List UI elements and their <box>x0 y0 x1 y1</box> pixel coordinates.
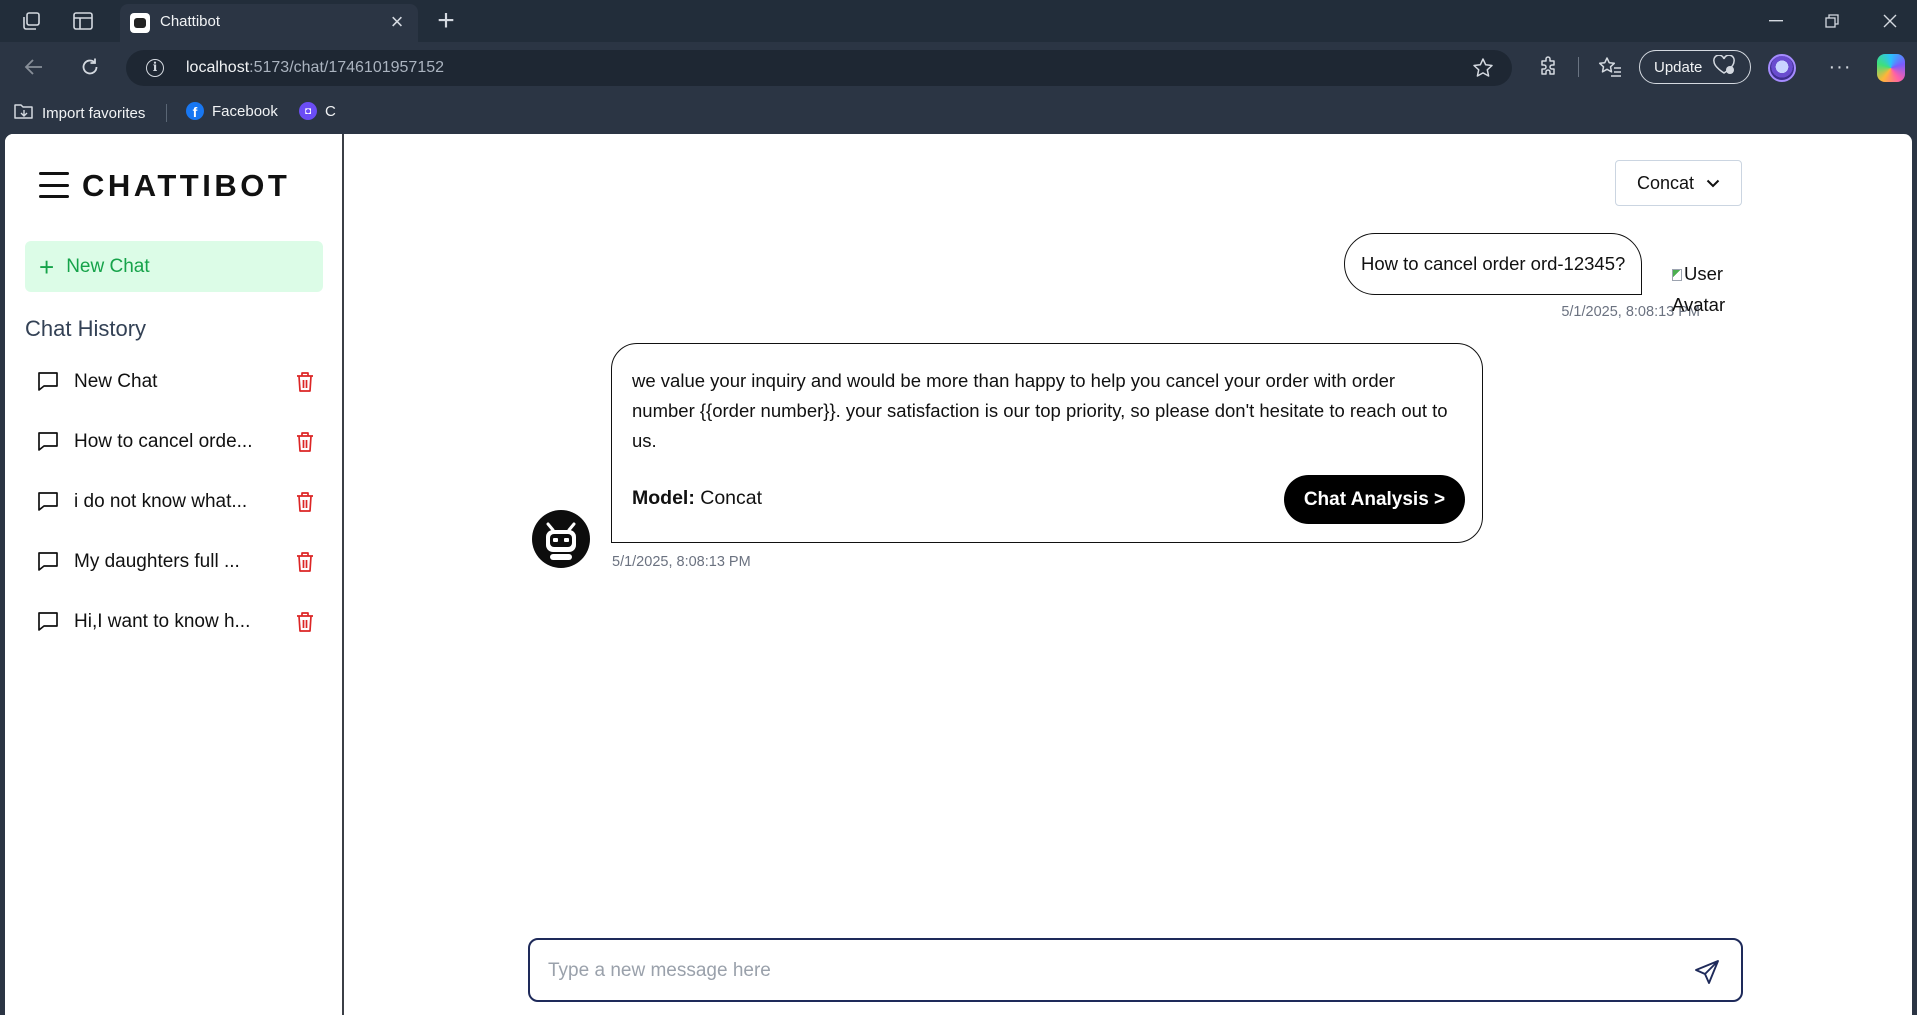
toolbar-divider <box>1578 57 1579 77</box>
trash-icon[interactable] <box>295 551 315 573</box>
new-chat-label: New Chat <box>66 255 150 277</box>
tab-actions-icon[interactable] <box>70 9 96 33</box>
bookmarks-bar: Import favorites f Facebook ◘ C <box>0 92 1917 134</box>
message-input[interactable] <box>548 954 1668 988</box>
folder-import-icon <box>14 102 34 124</box>
send-icon[interactable] <box>1693 958 1721 986</box>
history-item-label: i do not know what... <box>74 491 248 512</box>
user-avatar: User Avatar <box>1672 258 1736 320</box>
chat-bubble-icon <box>38 612 58 631</box>
bookmarks-divider <box>166 104 167 122</box>
history-item[interactable]: My daughters full ... <box>25 538 325 586</box>
favorites-icon[interactable] <box>1596 54 1624 80</box>
facebook-icon: f <box>186 102 204 120</box>
favorite-star-icon[interactable] <box>1472 57 1494 84</box>
chat-bubble-icon <box>38 432 58 451</box>
workspaces-icon[interactable] <box>18 9 44 33</box>
chat-bubble-icon <box>38 372 58 391</box>
update-label: Update <box>1654 58 1703 76</box>
chat-history-heading: Chat History <box>25 316 147 341</box>
facebook-label: Facebook <box>212 102 278 120</box>
import-favorites-label: Import favorites <box>42 104 146 122</box>
chat-bubble-icon <box>38 552 58 571</box>
reload-icon[interactable] <box>76 54 104 80</box>
trash-icon[interactable] <box>295 431 315 453</box>
trash-icon[interactable] <box>295 491 315 513</box>
browser-toolbar: i localhost:5173/chat/1746101957152 Upda… <box>0 42 1917 92</box>
bot-model-info: Model: Concat <box>632 487 762 510</box>
new-tab-icon[interactable]: + <box>430 4 462 37</box>
url-text: localhost:5173/chat/1746101957152 <box>186 59 444 77</box>
back-arrow-icon[interactable] <box>20 54 48 80</box>
chat-bubble-icon <box>38 492 58 511</box>
brand-title: CHATTIBOT <box>82 168 291 203</box>
history-item[interactable]: How to cancel orde... <box>25 418 325 466</box>
robot-icon <box>533 511 589 567</box>
copilot-icon[interactable] <box>1877 54 1905 82</box>
history-item-label: New Chat <box>74 371 158 392</box>
browser-tab-bar: Chattibot × + <box>0 0 1917 42</box>
chevron-down-icon <box>1706 179 1720 187</box>
url-host: localhost <box>186 59 250 76</box>
extensions-icon[interactable] <box>1535 54 1563 80</box>
restore-window-icon[interactable] <box>1812 4 1852 38</box>
chat-analysis-button[interactable]: Chat Analysis > <box>1284 475 1465 524</box>
user-message-text: How to cancel order ord-12345? <box>1361 253 1626 274</box>
robot-favicon-icon <box>130 13 150 33</box>
bot-message-timestamp: 5/1/2025, 8:08:13 PM <box>612 554 751 570</box>
heart-pulse-icon <box>1712 54 1736 79</box>
chat-main: Concat How to cancel order ord-12345? 5/… <box>344 134 1912 1015</box>
bookmark-c-icon: ◘ <box>299 102 317 120</box>
history-item[interactable]: New Chat <box>25 358 325 406</box>
bot-avatar <box>532 510 590 568</box>
site-info-icon[interactable]: i <box>146 59 164 77</box>
model-select-dropdown[interactable]: Concat <box>1615 160 1742 206</box>
history-item-label: My daughters full ... <box>74 551 240 572</box>
c-bookmark-label: C <box>325 102 336 120</box>
user-message-bubble: How to cancel order ord-12345? <box>1344 233 1643 295</box>
minimize-window-icon[interactable] <box>1756 4 1796 38</box>
history-item-label: Hi,I want to know h... <box>74 611 251 632</box>
address-bar[interactable]: i localhost:5173/chat/1746101957152 <box>126 50 1512 86</box>
plus-icon: + <box>39 251 55 282</box>
bot-model-value: Concat <box>700 487 763 509</box>
import-favorites-bookmark[interactable]: Import favorites <box>14 102 145 124</box>
c-bookmark[interactable]: ◘ C <box>299 102 336 120</box>
url-path: :5173/chat/1746101957152 <box>249 59 445 76</box>
hamburger-menu-icon[interactable] <box>39 172 69 198</box>
facebook-bookmark[interactable]: f Facebook <box>186 102 278 120</box>
sidebar: CHATTIBOT + New Chat Chat History New Ch… <box>5 134 344 1015</box>
page-viewport: CHATTIBOT + New Chat Chat History New Ch… <box>5 134 1912 1015</box>
profile-avatar[interactable] <box>1768 54 1796 82</box>
close-tab-icon[interactable]: × <box>384 10 410 36</box>
new-chat-button[interactable]: + New Chat <box>25 241 323 292</box>
history-item[interactable]: Hi,I want to know h... <box>25 598 325 646</box>
model-select-value: Concat <box>1636 172 1695 193</box>
bot-model-label: Model: <box>632 487 695 509</box>
broken-image-icon <box>1672 269 1682 281</box>
trash-icon[interactable] <box>295 611 315 633</box>
more-options-icon[interactable]: ··· <box>1825 54 1855 80</box>
bot-message-text: we value your inquiry and would be more … <box>632 370 1448 451</box>
close-window-icon[interactable] <box>1870 4 1910 38</box>
bot-message-bubble: we value your inquiry and would be more … <box>611 343 1483 543</box>
history-item-label: How to cancel orde... <box>74 431 253 452</box>
tab-title: Chattibot <box>160 13 221 30</box>
history-item[interactable]: i do not know what... <box>25 478 325 526</box>
update-button[interactable]: Update <box>1639 50 1751 84</box>
message-composer <box>528 938 1743 1002</box>
browser-tab-chattibot[interactable]: Chattibot × <box>120 4 418 42</box>
trash-icon[interactable] <box>295 371 315 393</box>
